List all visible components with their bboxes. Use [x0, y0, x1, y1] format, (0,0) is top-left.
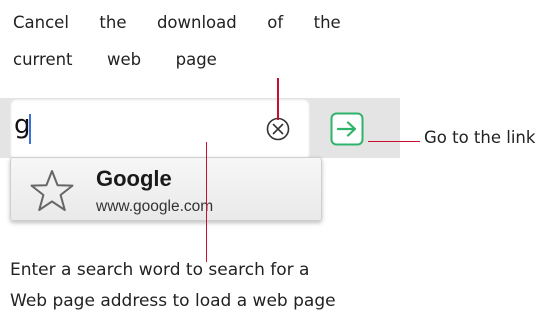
arrow-right-icon: [330, 112, 364, 146]
text-caret: [29, 114, 31, 144]
star-icon: [30, 170, 74, 211]
suggestion-url: www.google.com: [96, 198, 214, 215]
cancel-download-button[interactable]: [266, 117, 290, 141]
callout-line-go: [368, 141, 420, 142]
circle-x-icon: [266, 117, 290, 141]
go-button[interactable]: [330, 112, 364, 146]
annotation-enter-line2: Web page address to load a web page: [10, 291, 336, 311]
callout-line-cancel: [277, 78, 279, 120]
annotation-enter-line1: Enter a search word to search for a: [10, 260, 310, 280]
annotation-cancel-line2: current web page: [13, 50, 217, 69]
suggestion-title: Google: [96, 166, 172, 191]
annotation-cancel-line1: Cancel the download of the: [13, 13, 341, 32]
address-input[interactable]: [10, 98, 310, 160]
annotation-go: Go to the link: [424, 128, 536, 147]
callout-line-enter: [206, 142, 207, 262]
